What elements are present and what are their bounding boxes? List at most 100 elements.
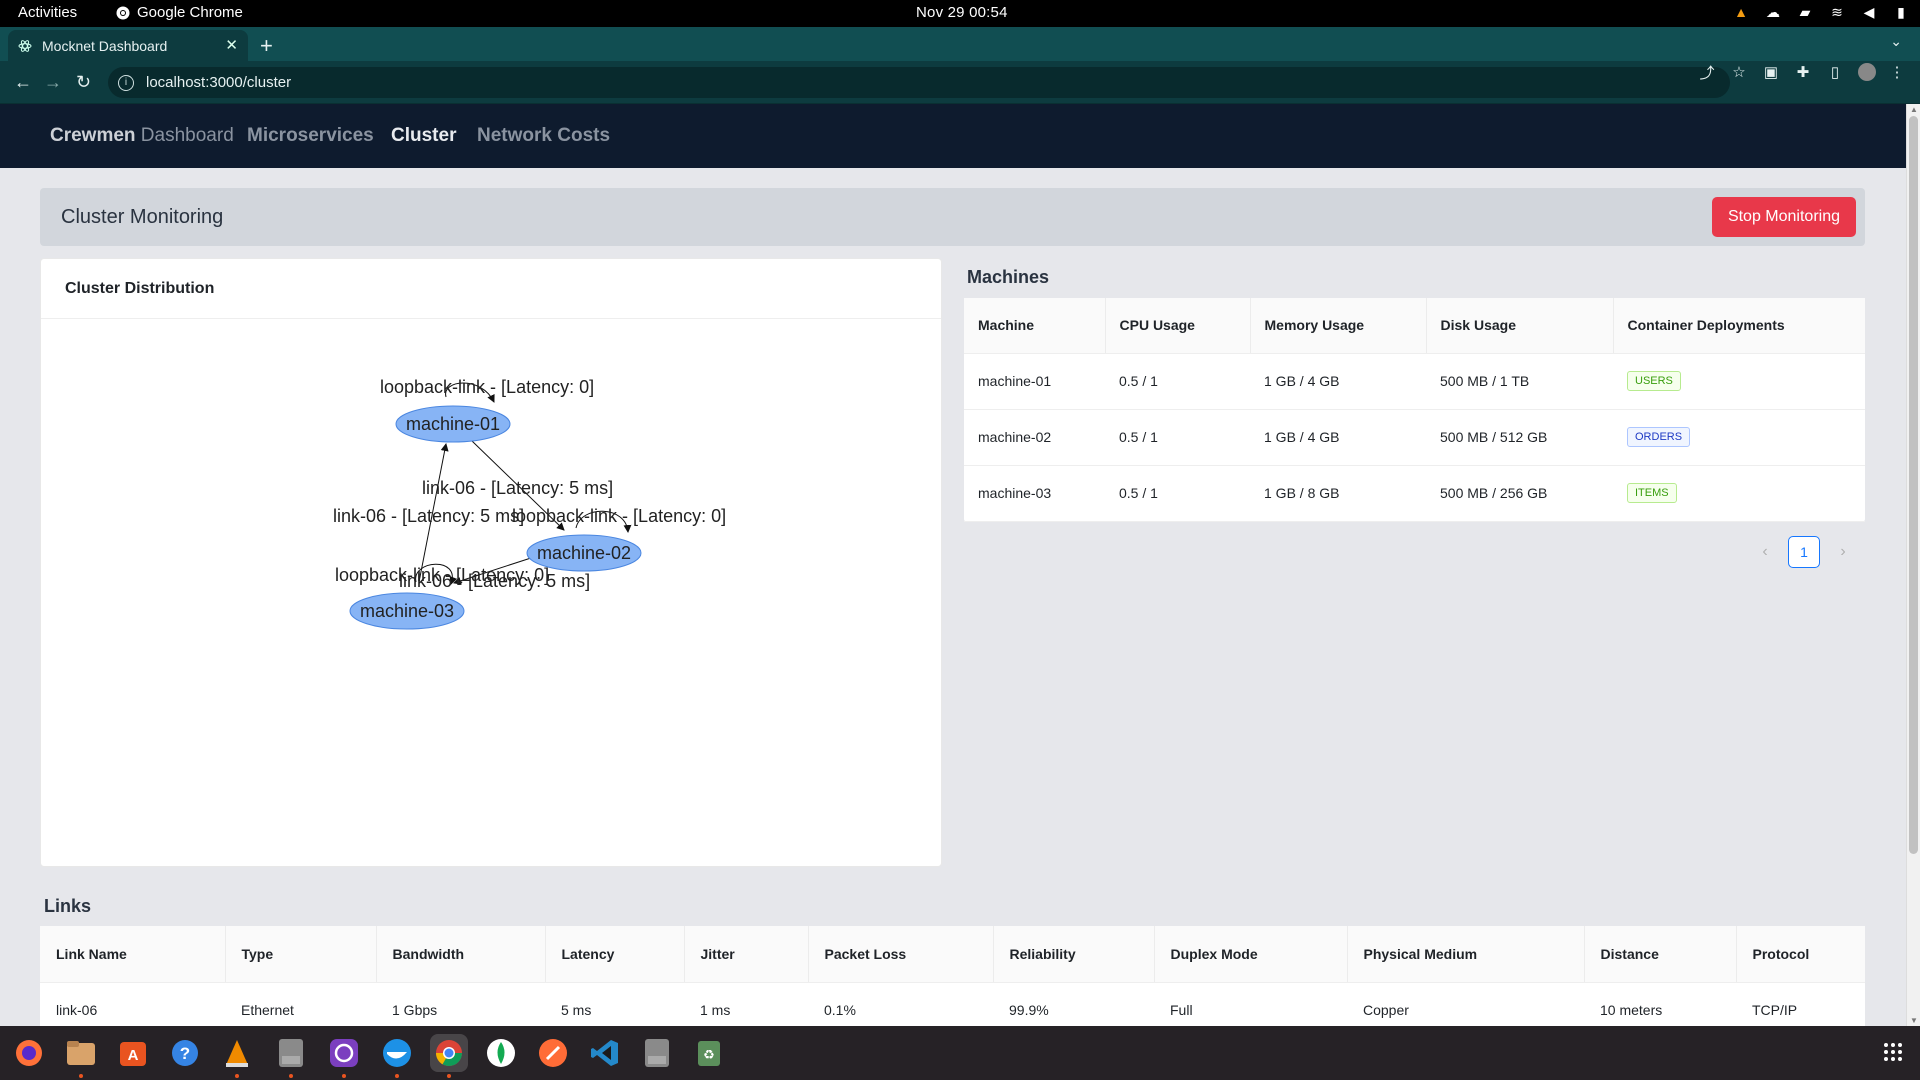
back-icon[interactable]: ←: [14, 72, 32, 93]
app-name: Google Chrome: [137, 4, 243, 21]
vscode-icon[interactable]: [586, 1034, 624, 1072]
scroll-up-icon[interactable]: ▲: [1910, 105, 1918, 114]
nav-cluster[interactable]: Cluster: [391, 125, 456, 147]
cloud-icon[interactable]: ☁: [1764, 3, 1782, 21]
extensions-puzzle-icon[interactable]: ✚: [1794, 63, 1812, 81]
column-header[interactable]: Bandwidth: [375, 926, 545, 983]
deployment-tag: ORDERS: [1627, 427, 1691, 447]
column-header[interactable]: Duplex Mode: [1153, 926, 1347, 983]
disk-icon[interactable]: [272, 1034, 310, 1078]
node-label: machine-01: [406, 414, 500, 434]
brand-logo[interactable]: Crewmen Dashboard: [50, 125, 234, 147]
cluster-graph[interactable]: machine-01 machine-02 machine-03 loopbac…: [41, 320, 941, 866]
app-menu[interactable]: Google Chrome: [116, 4, 243, 21]
link-name-cell: link-06: [56, 1002, 98, 1019]
app-center-icon[interactable]: A: [114, 1034, 152, 1072]
node-machine-01[interactable]: machine-01: [395, 405, 511, 443]
table-row[interactable]: machine-01 0.5 / 1 1 GB / 4 GB 500 MB / …: [964, 353, 1865, 410]
close-tab-icon[interactable]: ✕: [225, 36, 238, 54]
disk-cell: 500 MB / 256 GB: [1426, 465, 1613, 522]
running-indicator: [342, 1074, 346, 1078]
files-icon[interactable]: [62, 1034, 100, 1078]
table-row[interactable]: machine-03 0.5 / 1 1 GB / 8 GB 500 MB / …: [964, 465, 1865, 522]
disk-icon-2[interactable]: [638, 1034, 676, 1072]
stop-monitoring-button[interactable]: Stop Monitoring: [1711, 197, 1856, 237]
svg-text:♻: ♻: [703, 1048, 715, 1063]
machines-table-card: Machine CPU Usage Memory Usage Disk Usag…: [964, 298, 1865, 522]
profile-avatar[interactable]: [1858, 63, 1876, 81]
trash-icon[interactable]: ♻: [690, 1034, 728, 1072]
column-header[interactable]: Packet Loss: [807, 926, 993, 983]
volume-icon[interactable]: ◀: [1860, 3, 1878, 21]
vlc-icon[interactable]: [218, 1034, 256, 1078]
column-header[interactable]: Reliability: [992, 926, 1154, 983]
column-header[interactable]: Distance: [1583, 926, 1736, 983]
nav-microservices[interactable]: Microservices: [247, 125, 374, 147]
next-page-icon[interactable]: ›: [1834, 543, 1852, 561]
help-icon[interactable]: ?: [166, 1034, 204, 1072]
docker-icon[interactable]: [378, 1034, 416, 1078]
svg-text:?: ?: [180, 1044, 190, 1063]
column-header[interactable]: CPU Usage: [1104, 298, 1250, 354]
site-info-icon[interactable]: i: [118, 74, 134, 91]
column-header[interactable]: Physical Medium: [1346, 926, 1584, 983]
wifi-icon[interactable]: ≋: [1828, 3, 1846, 21]
column-header[interactable]: Memory Usage: [1249, 298, 1426, 354]
page-scrollbar[interactable]: ▲ ▼: [1906, 104, 1920, 1026]
type-cell: Ethernet: [241, 1002, 294, 1019]
table-row[interactable]: machine-02 0.5 / 1 1 GB / 4 GB 500 MB / …: [964, 409, 1865, 466]
postman-icon[interactable]: [534, 1034, 572, 1072]
tab-title: Mocknet Dashboard: [42, 37, 168, 54]
monitoring-header: Cluster Monitoring Stop Monitoring: [40, 188, 1865, 246]
vlc-tray-icon[interactable]: ▲: [1732, 3, 1750, 21]
browser-tab[interactable]: Mocknet Dashboard ✕: [8, 30, 248, 61]
nav-network-costs[interactable]: Network Costs: [477, 125, 610, 147]
deployment-tag: ITEMS: [1627, 483, 1677, 503]
column-header[interactable]: Link Name: [40, 926, 225, 983]
column-header[interactable]: Container Deployments: [1612, 298, 1865, 354]
column-header[interactable]: Latency: [544, 926, 684, 983]
forward-icon[interactable]: →: [44, 72, 62, 93]
extension-badge-icon[interactable]: ▣: [1762, 63, 1780, 81]
edge-label: loopback-link - [Latency: 0]: [380, 377, 594, 397]
deployment-tag: USERS: [1627, 371, 1681, 391]
tab-search-icon[interactable]: ⌄: [1890, 33, 1902, 50]
column-header[interactable]: Machine: [964, 298, 1105, 354]
column-header[interactable]: Jitter: [683, 926, 808, 983]
node-machine-03[interactable]: machine-03: [349, 592, 465, 630]
github-desktop-icon[interactable]: [325, 1034, 363, 1078]
system-tray[interactable]: ▲ ☁ ▰ ≋ ◀ ▮: [1732, 3, 1910, 21]
mongodb-compass-icon[interactable]: [482, 1034, 520, 1072]
activities-button[interactable]: Activities: [18, 4, 77, 21]
side-panel-icon[interactable]: ▯: [1826, 63, 1844, 81]
new-tab-icon[interactable]: +: [260, 33, 273, 59]
table-row[interactable]: link-06 Ethernet 1 Gbps 5 ms 1 ms 0.1% 9…: [40, 982, 1865, 1026]
reload-icon[interactable]: ↻: [76, 72, 91, 93]
firefox-icon[interactable]: [10, 1034, 48, 1072]
scrollbar-thumb[interactable]: [1909, 116, 1918, 854]
share-icon[interactable]: ⤴: [1698, 63, 1716, 82]
scroll-down-icon[interactable]: ▼: [1910, 1016, 1918, 1025]
bookmark-star-icon[interactable]: ☆: [1730, 63, 1748, 81]
packet-loss-cell: 0.1%: [824, 1002, 856, 1019]
column-header[interactable]: Protocol: [1735, 926, 1865, 983]
address-bar[interactable]: i localhost:3000/cluster: [108, 67, 1730, 98]
links-table-card: Link Name Type Bandwidth Latency Jitter …: [40, 926, 1865, 1026]
kebab-menu-icon[interactable]: ⋮: [1888, 63, 1906, 81]
machines-table: Machine CPU Usage Memory Usage Disk Usag…: [964, 298, 1865, 522]
show-applications-icon[interactable]: [1884, 1043, 1902, 1061]
browser-toolbar: ← → ↻ i localhost:3000/cluster ⤴ ☆ ▣ ✚ ▯…: [0, 61, 1920, 104]
running-indicator: [79, 1074, 83, 1078]
chrome-icon[interactable]: [430, 1034, 468, 1078]
clock[interactable]: Nov 29 00:54: [916, 4, 1008, 21]
column-header[interactable]: Type: [224, 926, 376, 983]
links-title: Links: [44, 896, 92, 916]
prev-page-icon[interactable]: ‹: [1756, 543, 1774, 561]
edge-label: link-06 - [Latency: 5 ms]: [399, 571, 590, 591]
docker-tray-icon[interactable]: ▰: [1796, 3, 1814, 21]
battery-icon[interactable]: ▮: [1892, 3, 1910, 21]
column-header[interactable]: Disk Usage: [1425, 298, 1613, 354]
deployment-cell: ORDERS: [1613, 409, 1865, 466]
disk-cell: 500 MB / 512 GB: [1426, 409, 1613, 466]
page-1-button[interactable]: 1: [1788, 536, 1820, 568]
